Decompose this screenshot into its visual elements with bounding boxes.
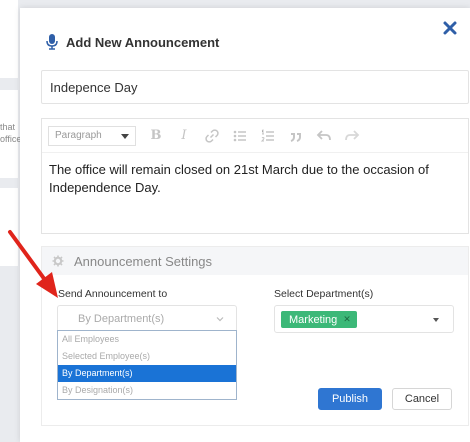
announcement-title-input[interactable] [41, 70, 469, 104]
rich-text-editor[interactable]: Paragraph B I The office will remain clo… [41, 118, 469, 234]
send-to-select[interactable]: By Department(s) [57, 305, 237, 333]
redo-icon[interactable] [344, 128, 360, 144]
announcement-modal: Add New Announcement Paragraph B I [20, 8, 470, 442]
background-card [0, 0, 18, 78]
quote-icon[interactable] [288, 128, 304, 144]
format-select-value: Paragraph [55, 129, 102, 141]
caret-down-icon [121, 133, 129, 139]
link-icon[interactable] [204, 128, 220, 144]
send-to-select-value: By Department(s) [78, 313, 165, 325]
bold-icon[interactable]: B [148, 128, 164, 144]
editor-content[interactable]: The office will remain closed on 21st Ma… [42, 153, 468, 205]
modal-header: Add New Announcement [46, 34, 219, 50]
settings-header: Announcement Settings [42, 247, 468, 275]
send-to-label: Send Announcement to [58, 288, 168, 300]
bulleted-list-icon[interactable] [232, 128, 248, 144]
cancel-button[interactable]: Cancel [392, 388, 452, 410]
chevron-down-icon [216, 317, 224, 322]
numbered-list-icon[interactable] [260, 128, 276, 144]
department-label: Select Department(s) [274, 288, 374, 300]
dropdown-option[interactable]: By Designation(s) [58, 382, 236, 399]
dropdown-option-selected[interactable]: By Department(s) [58, 365, 236, 382]
modal-title: Add New Announcement [66, 34, 220, 50]
department-tag: Marketing ✕ [281, 311, 357, 328]
caret-down-icon [433, 318, 439, 322]
background-text: office [0, 134, 22, 144]
send-to-dropdown: All Employees Selected Employee(s) By De… [57, 330, 237, 400]
close-icon[interactable] [442, 20, 458, 36]
microphone-icon [46, 34, 58, 50]
dropdown-option[interactable]: All Employees [58, 331, 236, 348]
settings-title: Announcement Settings [74, 253, 213, 269]
annotation-arrow [8, 230, 58, 298]
italic-icon[interactable]: I [176, 128, 192, 144]
department-tag-label: Marketing [289, 313, 338, 326]
remove-tag-icon[interactable]: ✕ [343, 314, 351, 325]
format-select[interactable]: Paragraph [48, 125, 136, 146]
dropdown-option[interactable]: Selected Employee(s) [58, 348, 236, 365]
background-text: that [0, 122, 16, 132]
editor-toolbar: Paragraph B I [42, 119, 468, 153]
publish-button[interactable]: Publish [318, 388, 382, 410]
undo-icon[interactable] [316, 128, 332, 144]
department-select[interactable]: Marketing ✕ [274, 305, 454, 333]
